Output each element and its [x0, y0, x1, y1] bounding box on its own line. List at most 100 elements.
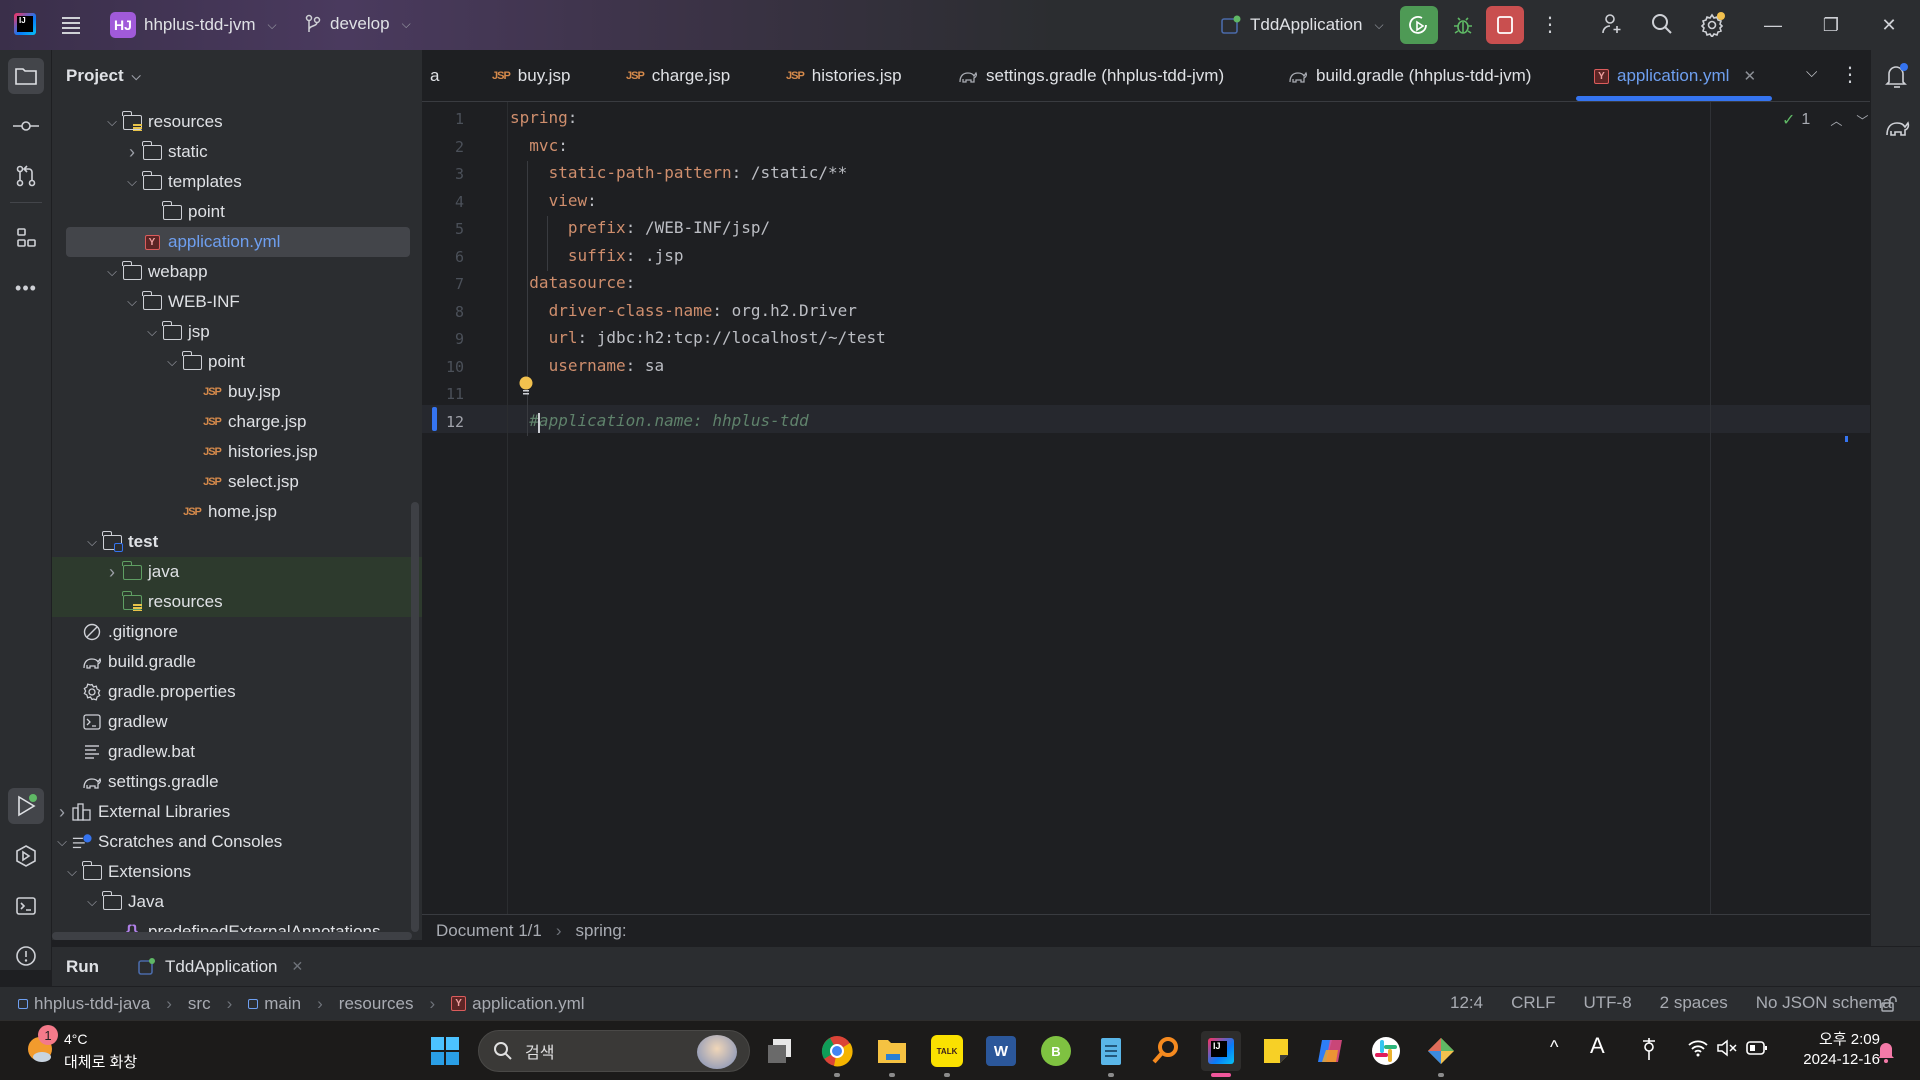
tree-item[interactable]: › static	[52, 137, 422, 167]
tree-item[interactable]: JSP buy.jsp	[52, 377, 422, 407]
search-button[interactable]	[1650, 12, 1674, 41]
tree-item[interactable]: JSP home.jsp	[52, 497, 422, 527]
tab-application-yml[interactable]: Y application.yml ✕	[1594, 50, 1756, 102]
pen-icon[interactable]	[1640, 1037, 1658, 1066]
tree-item[interactable]: JSP histories.jsp	[52, 437, 422, 467]
tree-item[interactable]: ⌵ Scratches and Consoles	[52, 827, 422, 857]
copilot-taskbar-icon[interactable]	[1311, 1031, 1351, 1071]
tree-item[interactable]: resources	[52, 587, 422, 617]
close-window-button[interactable]: ✕	[1860, 0, 1918, 50]
wifi-icon[interactable]	[1687, 1039, 1709, 1062]
gradle-tool-button[interactable]	[1884, 116, 1910, 143]
tree-item[interactable]: gradlew.bat	[52, 737, 422, 767]
path-src[interactable]: src	[188, 994, 211, 1014]
tree-item[interactable]: ⌵ Extensions	[52, 857, 422, 887]
tree-item[interactable]: Yapplication.yml	[52, 227, 422, 257]
tree-item[interactable]: ⌵ templates	[52, 167, 422, 197]
cursor-position[interactable]: 12:4	[1450, 993, 1483, 1013]
code-line[interactable]: view:	[549, 191, 597, 210]
chevron-down-icon[interactable]: ⌵	[162, 354, 182, 370]
commit-tool-button[interactable]	[8, 108, 44, 144]
pull-requests-tool-button[interactable]	[8, 158, 44, 194]
chevron-down-icon[interactable]: ⌵	[52, 834, 72, 850]
chevron-down-icon[interactable]: ⌵	[122, 294, 142, 310]
code-line[interactable]: username: sa	[549, 356, 665, 375]
run-config-tab[interactable]: TddApplication ✕	[137, 957, 303, 977]
path-file[interactable]: application.yml	[472, 994, 584, 1014]
code-line[interactable]: #application.name: hhplus-tdd	[529, 411, 808, 430]
tree-item[interactable]: build.gradle	[52, 647, 422, 677]
chevron-down-icon[interactable]: ⌵	[82, 894, 102, 910]
add-user-button[interactable]	[1600, 12, 1624, 41]
chevron-down-icon[interactable]: ⌵	[62, 864, 82, 880]
run-tool-button[interactable]	[8, 788, 44, 824]
chevron-down-icon[interactable]: ⌵	[82, 534, 102, 550]
path-main[interactable]: main	[264, 994, 301, 1014]
code-line[interactable]: datasource:	[529, 273, 635, 292]
slack-taskbar-icon[interactable]	[1366, 1031, 1406, 1071]
tree-item[interactable]: JSP charge.jsp	[52, 407, 422, 437]
taskbar-search[interactable]: 검색	[478, 1030, 750, 1072]
tree-item[interactable]: settings.gradle	[52, 767, 422, 797]
project-vertical-scrollbar[interactable]	[411, 502, 419, 932]
chevron-down-icon[interactable]: ⌵	[102, 264, 122, 280]
chrome-taskbar-icon[interactable]	[817, 1031, 857, 1071]
word-taskbar-icon[interactable]: W	[981, 1031, 1021, 1071]
tree-item[interactable]: ⌵ jsp	[52, 317, 422, 347]
code-line[interactable]: mvc:	[529, 136, 568, 155]
terminal-tool-button[interactable]	[8, 888, 44, 924]
previous-highlight-icon[interactable]: ︿	[1830, 112, 1842, 129]
tab-list-chevron-icon[interactable]: ⌵	[1806, 64, 1817, 81]
project-panel-header[interactable]: Project ⌵	[52, 50, 422, 102]
tree-item[interactable]: ⌵ WEB-INF	[52, 287, 422, 317]
notifications-button[interactable]	[1884, 62, 1910, 95]
tree-item[interactable]: gradlew	[52, 707, 422, 737]
run-config-selector[interactable]: TddApplication ⌵	[1220, 14, 1384, 36]
unlock-icon[interactable]	[1880, 995, 1898, 1018]
clock-time[interactable]: 오후 2:09	[1800, 1028, 1880, 1049]
tab-partial[interactable]: a	[430, 50, 439, 102]
chevron-right-icon[interactable]: ›	[52, 802, 72, 823]
code-line[interactable]: driver-class-name: org.h2.Driver	[549, 301, 857, 320]
tree-item[interactable]: ⌵ resources	[52, 107, 422, 137]
project-selector[interactable]: HJ hhplus-tdd-jvm ⌵	[110, 12, 277, 38]
minimize-button[interactable]: —	[1744, 0, 1802, 50]
path-resources[interactable]: resources	[339, 994, 414, 1014]
problems-tool-button[interactable]	[8, 938, 44, 974]
volume-muted-icon[interactable]	[1716, 1038, 1738, 1063]
tree-item[interactable]: JSP select.jsp	[52, 467, 422, 497]
project-horizontal-scrollbar[interactable]	[52, 932, 412, 940]
tab-more-icon[interactable]: ⋮	[1840, 62, 1860, 87]
tree-item[interactable]: ⌵ webapp	[52, 257, 422, 287]
stop-button[interactable]	[1486, 6, 1524, 44]
git-app-taskbar-icon[interactable]	[1421, 1031, 1461, 1071]
project-tool-button[interactable]	[8, 58, 44, 94]
more-actions-icon[interactable]: ⋮	[1540, 12, 1560, 37]
code-line[interactable]: static-path-pattern: /static/**	[549, 163, 848, 182]
task-view-button[interactable]	[760, 1031, 800, 1071]
main-menu-icon[interactable]	[60, 14, 82, 41]
chevron-right-icon[interactable]: ›	[102, 562, 122, 583]
file-encoding[interactable]: UTF-8	[1584, 993, 1632, 1013]
green-app-taskbar-icon[interactable]: B	[1036, 1031, 1076, 1071]
clock-date[interactable]: 2024-12-16	[1786, 1051, 1880, 1068]
code-line[interactable]: spring:	[510, 108, 577, 127]
intellij-logo-icon[interactable]: IJ	[14, 13, 36, 35]
inspection-widget[interactable]: ✓ 1 ︿ ﹀	[1782, 110, 1868, 130]
tree-item[interactable]: › External Libraries	[52, 797, 422, 827]
structure-tool-button[interactable]	[8, 220, 44, 256]
file-explorer-taskbar-icon[interactable]	[872, 1031, 912, 1071]
tree-item[interactable]: › java	[52, 557, 422, 587]
services-tool-button[interactable]	[8, 838, 44, 874]
code-line[interactable]: suffix: .jsp	[568, 246, 684, 265]
tree-item[interactable]: ⌵ point	[52, 347, 422, 377]
indent-setting[interactable]: 2 spaces	[1660, 993, 1728, 1013]
rerun-button[interactable]	[1400, 6, 1438, 44]
tab-settings-gradle[interactable]: settings.gradle (hhplus-tdd-jvm)	[958, 50, 1224, 102]
close-tab-icon[interactable]: ✕	[292, 958, 304, 975]
code-line[interactable]: url: jdbc:h2:tcp://localhost/~/test	[549, 328, 886, 347]
tree-item[interactable]: point	[52, 197, 422, 227]
chevron-down-icon[interactable]: ⌵	[142, 324, 162, 340]
tab-buy-jsp[interactable]: JSP buy.jsp	[492, 50, 570, 102]
kakaotalk-taskbar-icon[interactable]: TALK	[927, 1031, 967, 1071]
